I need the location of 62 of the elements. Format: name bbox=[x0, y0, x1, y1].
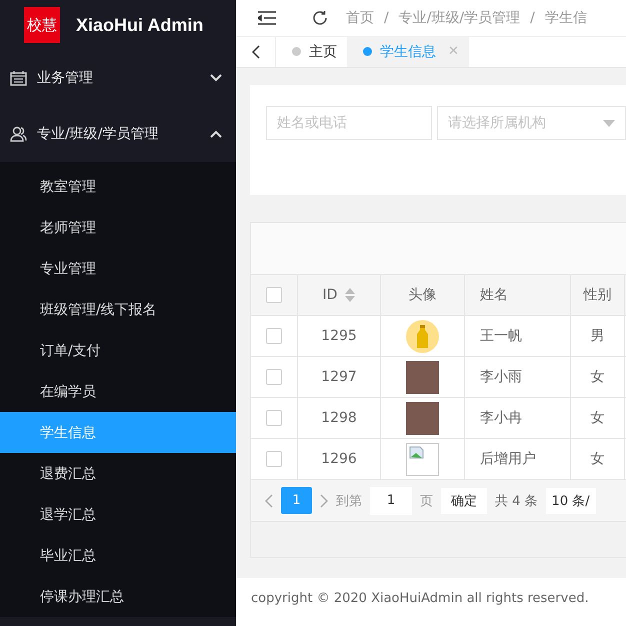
table-cell: 李小雨 bbox=[480, 368, 522, 386]
row-checkbox[interactable] bbox=[266, 410, 282, 426]
sidebar-subitem[interactable]: 毕业汇总 bbox=[0, 535, 236, 576]
chevron-left-icon bbox=[252, 44, 260, 59]
sidebar-subitem[interactable]: 专业管理 bbox=[0, 248, 236, 289]
sidebar-subitem[interactable]: 班级管理/线下报名 bbox=[0, 289, 236, 330]
goto-label: 到第 bbox=[336, 492, 362, 510]
table-cell: 1297 bbox=[321, 369, 357, 385]
row-checkbox[interactable] bbox=[266, 451, 282, 467]
table-cell: 1295 bbox=[321, 328, 357, 344]
photo-placeholder bbox=[406, 360, 439, 394]
table-cell: 后增用户 bbox=[480, 450, 536, 468]
total-count: 共 4 条 bbox=[495, 492, 538, 510]
confirm-button[interactable]: 确定 bbox=[441, 488, 487, 514]
row-checkbox[interactable] bbox=[266, 328, 282, 344]
sidebar-subitem[interactable]: 退费汇总 bbox=[0, 453, 236, 494]
tab-dot-icon bbox=[363, 47, 372, 56]
tab-label: 主页 bbox=[309, 42, 337, 61]
sort-icon[interactable] bbox=[345, 288, 356, 302]
table-cell: 男 bbox=[590, 327, 604, 345]
table-cell: 女 bbox=[590, 409, 604, 427]
dropdown-caret-icon bbox=[603, 120, 615, 126]
sidebar-menu-item[interactable]: 专业/班级/学员管理 bbox=[0, 106, 236, 162]
row-checkbox[interactable] bbox=[266, 369, 282, 385]
breadcrumb-separator: / bbox=[530, 10, 535, 26]
table-cell: 女 bbox=[590, 450, 604, 468]
select-all-checkbox[interactable] bbox=[266, 287, 282, 303]
users-icon bbox=[10, 126, 27, 142]
column-header: 姓名 bbox=[480, 286, 508, 304]
sidebar-subitem[interactable]: 老师管理 bbox=[0, 207, 236, 248]
sidebar-subitem[interactable]: 退学汇总 bbox=[0, 494, 236, 535]
refresh-icon[interactable] bbox=[312, 10, 328, 26]
app-title: XiaoHui Admin bbox=[76, 14, 204, 36]
sidebar-subitem[interactable]: 教室管理 bbox=[0, 166, 236, 207]
page-size-select[interactable]: 10 条/ bbox=[546, 488, 596, 514]
sidebar-subitem[interactable]: 停课办理汇总 bbox=[0, 576, 236, 617]
table-cell: 1296 bbox=[321, 451, 357, 467]
page-input[interactable]: 1 bbox=[370, 486, 412, 514]
sidebar-menu-item[interactable]: 业务管理 bbox=[0, 50, 236, 106]
table-cell: 女 bbox=[590, 368, 604, 386]
page-unit-label: 页 bbox=[420, 492, 433, 510]
next-page-icon[interactable] bbox=[320, 494, 328, 508]
logo-badge: 校慧 bbox=[24, 7, 60, 43]
tab-label: 学生信息 bbox=[380, 42, 436, 61]
search-field[interactable]: 姓名或电话 bbox=[266, 106, 432, 140]
column-header: 头像 bbox=[408, 286, 436, 304]
copyright-text: copyright © 2020 XiaoHuiAdmin all rights reserved. bbox=[236, 578, 626, 626]
sidebar-subitem[interactable]: 订单/支付 bbox=[0, 330, 236, 371]
tab-dot-icon bbox=[292, 47, 301, 56]
calendar-icon bbox=[10, 70, 27, 86]
column-header: 性别 bbox=[584, 286, 612, 304]
bottle-avatar-icon bbox=[406, 320, 439, 352]
breadcrumb-separator: / bbox=[384, 10, 389, 26]
prev-page-icon[interactable] bbox=[265, 494, 273, 508]
table-cell: 1298 bbox=[321, 410, 357, 426]
photo-placeholder bbox=[406, 402, 439, 434]
table-cell: 王一帆 bbox=[480, 327, 522, 345]
broken-image-icon bbox=[406, 442, 439, 476]
sidebar-subitem[interactable]: 在编学员 bbox=[0, 371, 236, 412]
table-cell: 李小冉 bbox=[480, 409, 522, 427]
column-header[interactable]: ID bbox=[322, 287, 356, 303]
menu-icon[interactable] bbox=[258, 10, 276, 25]
